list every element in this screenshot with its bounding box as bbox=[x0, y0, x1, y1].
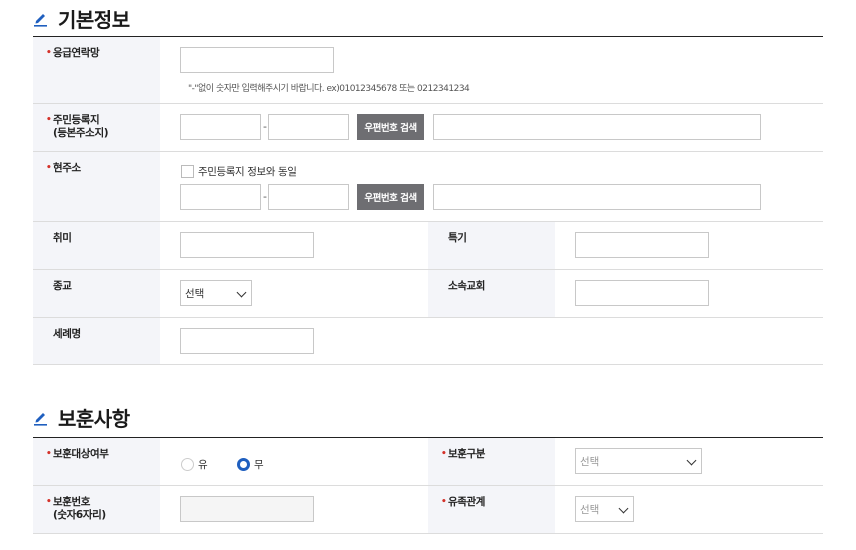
religion-select[interactable]: 선택 bbox=[180, 280, 252, 306]
emergency-contact-label: 응급연락망 bbox=[33, 37, 160, 103]
registered-address-label-line2: (등본주소지) bbox=[53, 127, 109, 139]
veteran-type-label: 보훈구분 bbox=[428, 438, 555, 485]
chevron-down-icon bbox=[618, 503, 629, 514]
emergency-contact-row: 응급연락망 "-"없이 숫자만 입력해주시기 바랍니다. ex)01012345… bbox=[33, 37, 823, 104]
hobby-row: 취미 특기 bbox=[33, 222, 823, 270]
cur-zip-input-2[interactable] bbox=[268, 184, 349, 210]
reg-zip-input-1[interactable] bbox=[180, 114, 261, 140]
emergency-contact-input[interactable] bbox=[180, 47, 334, 73]
current-address-label: 현주소 bbox=[33, 152, 160, 221]
same-as-reg-label: 주민등록지 정보와 동일 bbox=[198, 166, 297, 178]
current-address-row: 현주소 주민등록지 정보와 동일 - 우편번호 검색 bbox=[33, 152, 823, 222]
hobby-label: 취미 bbox=[33, 222, 160, 269]
relation-label: 유족관계 bbox=[428, 486, 555, 533]
reg-zip-search-button[interactable]: 우편번호 검색 bbox=[357, 114, 424, 140]
relation-select[interactable]: 선택 bbox=[575, 496, 634, 522]
religion-row: 종교 선택 소속교회 bbox=[33, 270, 823, 318]
emergency-contact-hint: "-"없이 숫자만 입력해주시기 바랍니다. ex)01012345678 또는… bbox=[188, 84, 470, 94]
veteran-target-label: 보훈대상여부 bbox=[33, 438, 160, 485]
special-label: 특기 bbox=[428, 222, 555, 269]
veteran-section-title: 보훈사항 bbox=[58, 407, 130, 431]
special-input[interactable] bbox=[575, 232, 709, 258]
radio-yes[interactable] bbox=[181, 458, 194, 471]
cur-zip-search-button[interactable]: 우편번호 검색 bbox=[357, 184, 424, 210]
pencil-icon bbox=[34, 14, 47, 27]
registered-address-label-line1: 주민등록지 bbox=[53, 114, 100, 126]
cur-address-input[interactable] bbox=[433, 184, 761, 210]
pencil-icon bbox=[34, 413, 47, 426]
radio-no[interactable] bbox=[237, 458, 250, 471]
veteran-form: 보훈대상여부 유 무 보훈구분 선택 보훈번호 (숫자6자리) 유족관계 선택 bbox=[33, 437, 823, 534]
baptism-label: 세례명 bbox=[33, 318, 160, 364]
veteran-number-input[interactable] bbox=[180, 496, 314, 522]
veteran-number-label-line1: 보훈번호 bbox=[53, 496, 91, 508]
baptism-row: 세례명 bbox=[33, 318, 823, 365]
veteran-target-row: 보훈대상여부 유 무 보훈구분 선택 bbox=[33, 438, 823, 486]
registered-address-row: 주민등록지 (등본주소지) - 우편번호 검색 bbox=[33, 104, 823, 152]
relation-select-value: 선택 bbox=[580, 503, 600, 516]
veteran-number-label-line2: (숫자6자리) bbox=[53, 509, 106, 521]
cur-zip-input-1[interactable] bbox=[180, 184, 261, 210]
church-input[interactable] bbox=[575, 280, 709, 306]
basic-section-title: 기본정보 bbox=[58, 8, 130, 32]
radio-no-label: 무 bbox=[254, 459, 264, 471]
church-label: 소속교회 bbox=[428, 270, 555, 317]
same-as-reg-checkbox[interactable] bbox=[181, 165, 194, 178]
chevron-down-icon bbox=[236, 287, 247, 298]
religion-select-value: 선택 bbox=[185, 287, 205, 300]
reg-address-input[interactable] bbox=[433, 114, 761, 140]
veteran-type-select-value: 선택 bbox=[580, 455, 600, 468]
cur-zip-dash: - bbox=[263, 190, 267, 203]
radio-yes-label: 유 bbox=[198, 459, 208, 471]
reg-zip-dash: - bbox=[263, 120, 267, 133]
veteran-number-label: 보훈번호 (숫자6자리) bbox=[33, 486, 160, 533]
basic-info-form: 응급연락망 "-"없이 숫자만 입력해주시기 바랍니다. ex)01012345… bbox=[33, 36, 823, 365]
chevron-down-icon bbox=[686, 455, 697, 466]
reg-zip-input-2[interactable] bbox=[268, 114, 349, 140]
baptism-input[interactable] bbox=[180, 328, 314, 354]
veteran-number-row: 보훈번호 (숫자6자리) 유족관계 선택 bbox=[33, 486, 823, 534]
hobby-input[interactable] bbox=[180, 232, 314, 258]
basic-section-header: 기본정보 bbox=[33, 4, 130, 33]
veteran-type-select[interactable]: 선택 bbox=[575, 448, 702, 474]
registered-address-label: 주민등록지 (등본주소지) bbox=[33, 104, 160, 151]
veteran-section-header: 보훈사항 bbox=[33, 403, 130, 432]
religion-label: 종교 bbox=[33, 270, 160, 317]
